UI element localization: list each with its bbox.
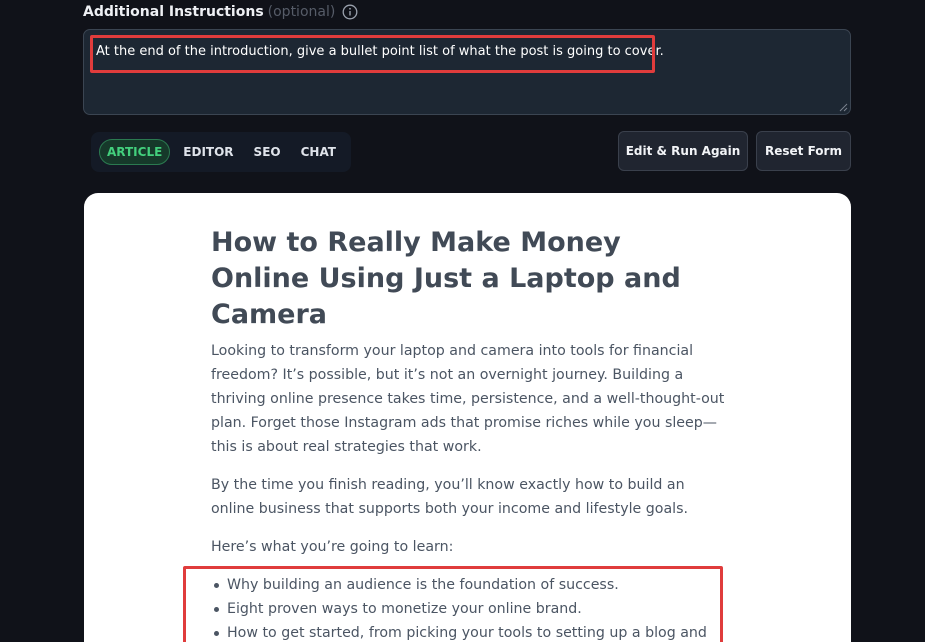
article-paragraph: Looking to transform your laptop and cam… [211, 343, 725, 455]
article-title: How to Really Make Money Online Using Ju… [211, 227, 681, 330]
article-card: How to Really Make Money Online Using Ju… [84, 193, 851, 642]
instructions-label-text: Additional Instructions [83, 4, 264, 20]
bullet-icon [214, 607, 219, 612]
instructions-label: Additional Instructions (optional) [83, 4, 358, 20]
article-generator-page: Additional Instructions (optional) At th… [0, 0, 925, 642]
info-circle-icon[interactable] [342, 4, 358, 20]
reset-form-button[interactable]: Reset Form [756, 131, 851, 171]
article-content: How to Really Make Money Online Using Ju… [183, 225, 726, 642]
bullet-list: Why building an audience is the foundati… [183, 566, 726, 642]
input-highlight-box [90, 35, 655, 73]
list-item-text: Eight proven ways to monetize your onlin… [227, 601, 582, 617]
article-paragraph: Here’s what you’re going to learn: [211, 539, 454, 555]
tab-seo[interactable]: SEO [247, 140, 288, 164]
tab-editor[interactable]: EDITOR [176, 140, 240, 164]
list-item-text: How to get started, from picking your to… [227, 625, 707, 641]
tab-chat[interactable]: CHAT [294, 140, 343, 164]
optional-label: (optional) [267, 4, 336, 20]
resize-handle-icon[interactable] [839, 103, 848, 112]
list-item: Eight proven ways to monetize your onlin… [211, 597, 726, 621]
mode-tabs: ARTICLE EDITOR SEO CHAT [91, 132, 351, 172]
list-item-text: Why building an audience is the foundati… [227, 577, 619, 593]
bullet-icon [214, 583, 219, 588]
edit-run-again-button[interactable]: Edit & Run Again [618, 131, 748, 171]
article-paragraph: By the time you finish reading, you’ll k… [211, 477, 689, 517]
list-item: Why building an audience is the foundati… [211, 573, 726, 597]
list-item: How to get started, from picking your to… [211, 621, 726, 642]
instructions-textarea[interactable]: At the end of the introduction, give a b… [83, 29, 851, 115]
bullet-icon [214, 631, 219, 636]
tab-article[interactable]: ARTICLE [99, 139, 171, 165]
